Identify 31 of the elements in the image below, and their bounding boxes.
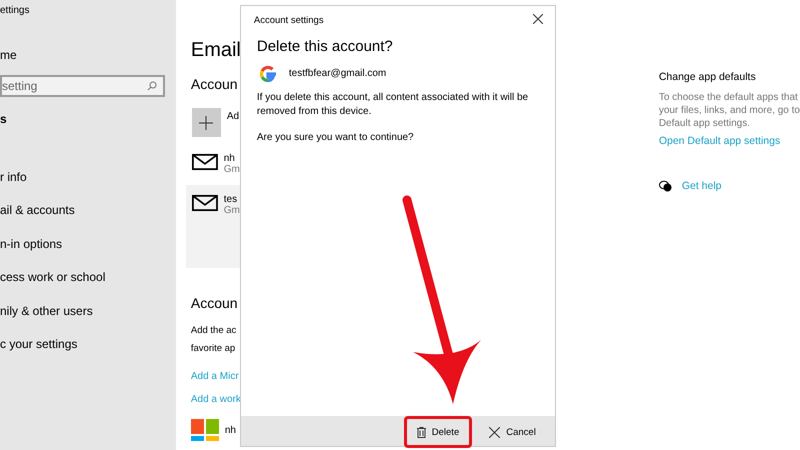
account-provider: Gm bbox=[224, 164, 240, 175]
account-name: nh bbox=[224, 424, 236, 436]
section-heading: s bbox=[0, 112, 8, 126]
delete-button[interactable]: Delete bbox=[404, 416, 472, 448]
cancel-button[interactable]: Cancel bbox=[476, 416, 549, 448]
account-row[interactable]: tes Gm bbox=[186, 185, 240, 268]
section-heading: Accoun bbox=[190, 295, 239, 311]
home-link[interactable]: me bbox=[0, 48, 176, 62]
nav-item[interactable]: n-in options bbox=[0, 227, 176, 260]
section-heading: Accoun bbox=[190, 76, 239, 92]
description-text: favorite ap bbox=[190, 343, 236, 354]
account-name: tes bbox=[224, 194, 238, 205]
dialog-heading: Delete this account? bbox=[256, 38, 394, 55]
account-provider: Gm bbox=[224, 205, 240, 216]
account-name: nh bbox=[224, 153, 236, 164]
nav-item[interactable]: nily & other users bbox=[0, 294, 176, 328]
section-heading: Change app defaults bbox=[658, 71, 757, 83]
nav-item[interactable]: ail & accounts bbox=[0, 194, 176, 227]
window-title: ettings bbox=[0, 5, 30, 16]
nav-item[interactable]: r info bbox=[0, 160, 176, 194]
nav-item[interactable]: c your settings bbox=[0, 328, 176, 361]
confirm-question: Are you sure you want to continue? bbox=[256, 131, 415, 145]
account-email: testfbfear@gmail.com bbox=[288, 67, 386, 81]
description-text: To choose the default apps that your files, links, and more, go to Default app settings. bbox=[658, 91, 800, 130]
search-field[interactable]: setting bbox=[0, 75, 165, 97]
warning-message: If you delete this account, all content associated with it will be removed from this device. bbox=[256, 91, 530, 119]
add-account-label[interactable]: Ad bbox=[226, 111, 240, 122]
dialog-title: Account settings bbox=[254, 14, 324, 26]
page-title: Email bbox=[190, 39, 240, 62]
nav-item[interactable]: cess work or school bbox=[0, 260, 176, 294]
description-text: Add the ac bbox=[190, 325, 236, 336]
